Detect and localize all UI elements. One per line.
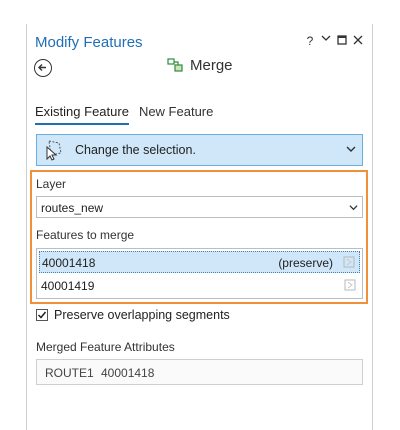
tool-header: Merge [167, 57, 233, 74]
close-button[interactable] [351, 34, 365, 48]
merged-attributes-label: Merged Feature Attributes [36, 340, 175, 354]
pane-title: Modify Features [35, 34, 143, 51]
tool-name: Merge [190, 57, 233, 74]
chevron-down-icon [321, 35, 331, 41]
features-to-merge-label: Features to merge [36, 228, 135, 242]
attribute-field-name: ROUTE1 [45, 366, 94, 380]
maximize-icon [337, 35, 347, 45]
back-arrow-icon [38, 64, 46, 71]
layer-dropdown[interactable]: routes_new [36, 196, 363, 218]
select-cursor-icon [46, 140, 62, 161]
preserve-tag: (preserve) [278, 256, 333, 270]
modify-features-pane: Modify Features ? Merge Existing Feature… [26, 24, 373, 430]
attribute-field-value: 40001418 [101, 366, 155, 380]
checkmark-icon [37, 311, 47, 319]
tab-new-feature[interactable]: New Feature [139, 104, 213, 125]
chevron-down-icon [346, 146, 356, 152]
options-dropdown-button[interactable] [319, 32, 333, 46]
feature-id: 40001418 [42, 256, 96, 270]
chevron-down-icon [349, 205, 358, 211]
preserve-overlapping-label: Preserve overlapping segments [54, 308, 230, 322]
layer-value: routes_new [41, 201, 104, 215]
feature-tabs: Existing Feature New Feature [35, 104, 223, 125]
change-selection-dropdown[interactable]: Change the selection. [36, 134, 363, 166]
close-icon [353, 35, 363, 45]
maximize-button[interactable] [335, 34, 349, 48]
preserve-overlapping-checkbox-row[interactable]: Preserve overlapping segments [36, 308, 230, 322]
layer-label: Layer [36, 177, 67, 191]
back-button[interactable] [34, 59, 52, 77]
feature-flash-icon[interactable] [344, 279, 356, 291]
tab-existing-feature[interactable]: Existing Feature [35, 104, 129, 125]
feature-row-40001419[interactable]: 40001419 [39, 275, 360, 297]
change-selection-label: Change the selection. [75, 143, 196, 157]
merge-icon [167, 57, 183, 72]
help-button[interactable]: ? [303, 34, 317, 48]
preserve-overlapping-checkbox[interactable] [36, 309, 48, 321]
merged-attributes-table[interactable]: ROUTE1 40001418 [36, 359, 363, 385]
feature-row-40001418[interactable]: 40001418 (preserve) [39, 251, 360, 273]
features-to-merge-list: 40001418 (preserve) 40001419 [36, 248, 363, 299]
feature-flash-icon[interactable] [343, 256, 355, 268]
pane-titlebar: Modify Features ? [27, 24, 372, 60]
feature-id: 40001419 [41, 279, 95, 293]
